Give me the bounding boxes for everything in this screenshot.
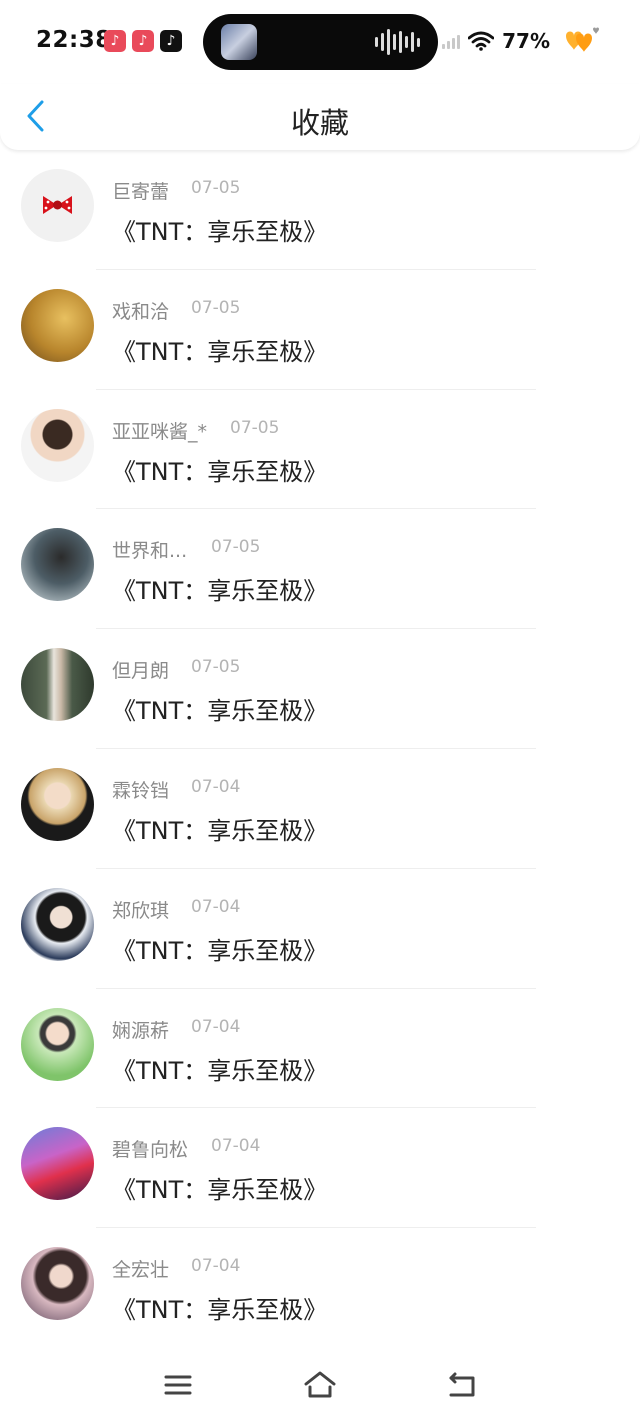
avatar[interactable] <box>21 887 94 961</box>
item-title: 《TNT：享乐至极》 <box>112 816 328 845</box>
home-icon <box>304 1371 336 1398</box>
item-title: 《TNT：享乐至极》 <box>112 577 328 606</box>
list-item[interactable]: 碧鲁向松 07-04 《TNT：享乐至极》 <box>0 1108 640 1229</box>
item-date: 07-05 <box>191 178 241 198</box>
audio-wave-icon <box>375 28 420 56</box>
list-item[interactable]: 郑欣琪 07-04 《TNT：享乐至极》 <box>0 869 640 989</box>
app-red-icon: ♪ <box>104 30 126 52</box>
list-item[interactable]: 霖铃铛 07-04 《TNT：享乐至极》 <box>0 749 640 869</box>
list-item[interactable]: 娴源菥 07-04 《TNT：享乐至极》 <box>0 989 640 1109</box>
item-title: 《TNT：享乐至极》 <box>112 218 328 246</box>
avatar[interactable] <box>21 288 94 362</box>
avatar[interactable] <box>21 1247 94 1321</box>
item-author: 霖铃铛 <box>112 779 170 802</box>
item-date: 07-04 <box>191 776 241 797</box>
list-item[interactable]: 亚亚咪酱_* 07-05 《TNT：享乐至极》 <box>0 390 640 510</box>
media-thumbnail <box>221 24 257 60</box>
item-author: 但月朗 <box>112 660 170 683</box>
item-date: 07-05 <box>230 417 280 438</box>
menu-button[interactable] <box>160 1367 196 1403</box>
signal-icon <box>442 33 461 49</box>
home-button[interactable] <box>302 1367 338 1403</box>
item-title: 《TNT：享乐至极》 <box>112 457 328 486</box>
item-date: 07-04 <box>211 1136 261 1157</box>
item-author: 碧鲁向松 <box>112 1139 189 1162</box>
dynamic-island[interactable] <box>203 14 438 70</box>
item-author: 戏和洽 <box>112 300 170 323</box>
list-item[interactable]: 巨寄蕾 07-05 《TNT：享乐至极》 <box>0 150 640 270</box>
menu-icon <box>164 1375 192 1395</box>
avatar[interactable] <box>21 1127 94 1201</box>
bow-icon <box>43 196 72 214</box>
item-date: 07-04 <box>191 1016 241 1037</box>
item-date: 07-05 <box>211 537 261 558</box>
wifi-icon <box>468 31 495 51</box>
favorites-list: 巨寄蕾 07-05 《TNT：享乐至极》 戏和洽 07-05 《TNT：享乐至极… <box>0 150 640 1348</box>
status-bar: 22:38 ♪ ♪ ♪ 77% <box>0 0 640 84</box>
list-item[interactable]: 全宏壮 07-04 《TNT：享乐至极》 <box>0 1228 640 1348</box>
status-time: 22:38 <box>36 27 112 53</box>
list-item[interactable]: 世界和... 07-05 《TNT：享乐至极》 <box>0 509 640 630</box>
item-date: 07-05 <box>191 657 241 678</box>
notification-icons: ♪ ♪ ♪ <box>104 30 182 52</box>
battery-level: 77% <box>502 29 550 53</box>
page-title: 收藏 <box>290 106 349 140</box>
item-author: 郑欣琪 <box>112 899 170 922</box>
item-author: 亚亚咪酱_* <box>112 420 208 443</box>
item-date: 07-05 <box>191 297 241 318</box>
status-right: 77% <box>442 26 600 56</box>
item-date: 07-04 <box>191 1256 241 1277</box>
avatar[interactable] <box>21 408 94 482</box>
back-nav-button[interactable] <box>444 1367 480 1403</box>
item-author: 巨寄蕾 <box>112 181 170 203</box>
list-item[interactable]: 戏和洽 07-05 《TNT：享乐至极》 <box>0 270 640 390</box>
avatar[interactable] <box>21 528 94 602</box>
item-title: 《TNT：享乐至极》 <box>112 697 328 726</box>
item-author: 全宏壮 <box>112 1259 170 1282</box>
item-title: 《TNT：享乐至极》 <box>112 936 328 965</box>
item-title: 《TNT：享乐至极》 <box>112 337 328 366</box>
hearts-icon <box>566 27 599 52</box>
app-red-icon: ♪ <box>132 30 154 52</box>
avatar[interactable] <box>21 648 94 722</box>
tiktok-icon: ♪ <box>160 30 182 52</box>
item-author: 娴源菥 <box>112 1019 170 1042</box>
system-nav-bar <box>0 1345 640 1422</box>
app-header: 收藏 <box>0 84 640 150</box>
item-title: 《TNT：享乐至极》 <box>112 1176 328 1205</box>
item-title: 《TNT：享乐至极》 <box>112 1296 328 1325</box>
avatar[interactable] <box>21 767 94 841</box>
list-item[interactable]: 但月朗 07-05 《TNT：享乐至极》 <box>0 629 640 749</box>
back-icon <box>449 1372 475 1397</box>
item-date: 07-04 <box>191 896 241 917</box>
avatar[interactable] <box>21 1007 94 1081</box>
item-title: 《TNT：享乐至极》 <box>112 1056 328 1085</box>
item-author: 世界和... <box>112 540 188 563</box>
avatar[interactable] <box>21 169 94 242</box>
